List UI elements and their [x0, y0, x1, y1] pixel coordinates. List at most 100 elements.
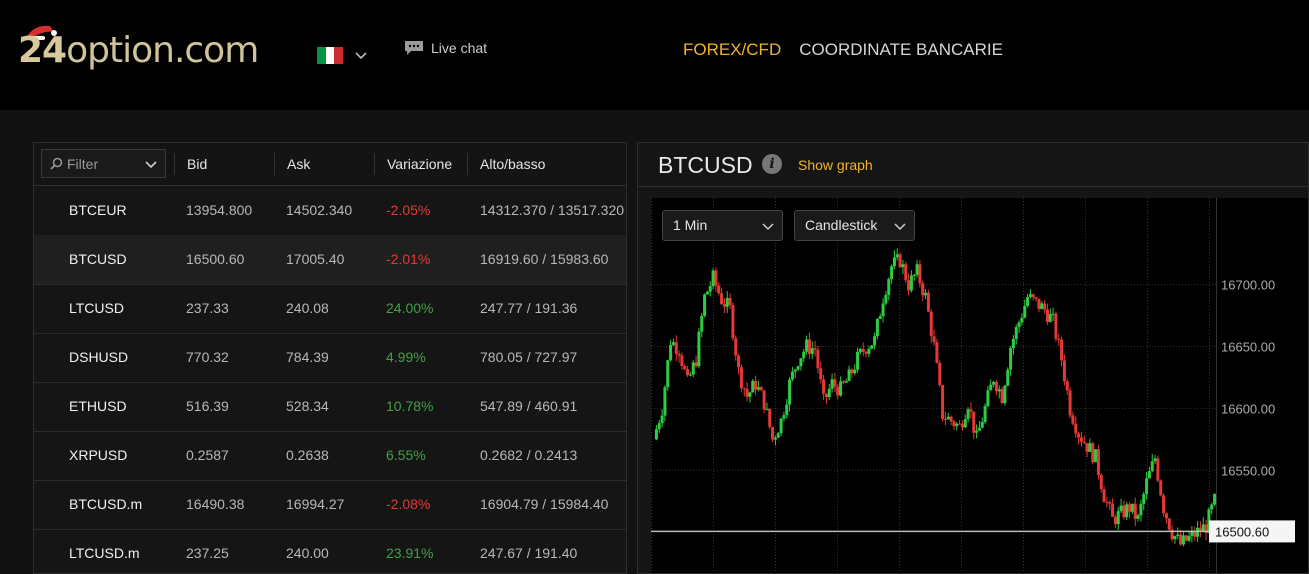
language-flag-icon[interactable] [317, 47, 344, 64]
table-row[interactable]: XRPUSD 0.2587 0.2638 6.55% 0.2682 / 0.2413 [34, 431, 626, 481]
info-icon[interactable]: i [762, 154, 782, 174]
candle-body [805, 339, 809, 352]
candle-body [890, 266, 894, 280]
change-cell: 6.55% [386, 447, 426, 463]
candle-body [788, 379, 792, 405]
candle-body [943, 419, 947, 421]
candle-body [1048, 314, 1052, 322]
candle-body [850, 369, 854, 374]
candle-body [771, 427, 775, 440]
column-header-ask[interactable]: Ask [287, 143, 310, 185]
candle-body [960, 424, 964, 428]
candle-body [921, 283, 925, 296]
candle-body [870, 345, 874, 349]
table-row[interactable]: LTCUSD 237.33 240.08 24.00% 247.77 / 191.36 [34, 284, 626, 334]
candle-body [975, 430, 979, 433]
candle-body [1099, 475, 1103, 490]
candle-body [708, 286, 712, 292]
candle-body [1122, 505, 1126, 518]
candle-body [674, 342, 678, 354]
candle-body [703, 294, 707, 316]
column-divider [174, 153, 175, 175]
site-logo[interactable]: 24option.com [18, 30, 259, 71]
candle-body [1057, 338, 1061, 340]
candle-body [1130, 503, 1134, 512]
column-header-bid[interactable]: Bid [187, 143, 207, 185]
candle-body [994, 381, 998, 392]
candle-body [955, 423, 959, 427]
candle-body [983, 406, 987, 423]
chevron-down-icon[interactable] [354, 48, 368, 62]
bid-cell: 16500.60 [186, 251, 245, 267]
column-header-alto-basso[interactable]: Alto/basso [480, 143, 545, 185]
candle-body [878, 316, 882, 319]
chart-type-dropdown[interactable]: Candlestick [794, 210, 915, 241]
candle-body [912, 274, 916, 276]
candle-body [887, 279, 891, 295]
candle-body [938, 362, 942, 386]
candle-body [915, 264, 919, 275]
table-row[interactable]: LTCUSD.m 237.25 240.00 23.91% 247.67 / 191.4… [34, 529, 626, 573]
bid-cell: 237.25 [186, 545, 229, 561]
candle-body [796, 366, 800, 370]
candle-body [986, 390, 990, 407]
candle-body [768, 408, 772, 428]
candle-body [677, 353, 681, 356]
candle-body [1147, 471, 1151, 479]
candle-body [694, 362, 698, 367]
candlestick-chart: 16550.00 16600.00 16650.00 16700.00 16500.60 [651, 198, 1308, 573]
candle-body [918, 264, 922, 284]
candle-body [1079, 437, 1083, 442]
y-tick-label: 16550.00 [1221, 463, 1275, 478]
filter-dropdown[interactable]: Filter [41, 149, 166, 178]
nav-forex-cfd[interactable]: FOREX/CFD [683, 40, 781, 60]
candle-body [751, 380, 755, 393]
table-row[interactable]: BTCUSD 16500.60 17005.40 -2.01% 16919.60 / 1… [34, 235, 626, 285]
chart-panel: BTCUSD i Show graph 16550.00 16600.00 1665… [637, 142, 1309, 574]
candle-body [830, 379, 834, 389]
candle-body [773, 437, 777, 440]
table-row[interactable]: ETHUSD 516.39 528.34 10.78% 547.89 / 460.91 [34, 382, 626, 432]
candle-body [720, 293, 724, 305]
candle-body [785, 404, 789, 416]
candle-body [756, 387, 760, 390]
table-row[interactable]: BTCUSD.m 16490.38 16994.27 -2.08% 16904.79 /… [34, 480, 626, 530]
live-chat-link[interactable]: Live chat [404, 40, 487, 56]
interval-dropdown[interactable]: 1 Min [662, 210, 783, 241]
candle-body [1105, 502, 1109, 504]
candle-body [898, 254, 902, 268]
candle-body [1077, 433, 1081, 438]
candle-body [949, 416, 953, 422]
candle-body [657, 423, 661, 430]
candle-body [819, 368, 823, 380]
candle-body [1125, 504, 1129, 518]
y-tick-label: 16700.00 [1221, 278, 1275, 293]
ask-cell: 14502.340 [286, 202, 353, 218]
candle-body [1006, 369, 1010, 386]
candle-body [1028, 294, 1032, 298]
candle-body [861, 349, 865, 353]
candle-body [941, 385, 945, 420]
candle-body [892, 257, 896, 267]
nav-coordinate-bancarie[interactable]: COORDINATE BANCARIE [799, 40, 1003, 60]
candle-body [1181, 535, 1185, 545]
top-header: 24option.com Live chat FOREX/CFD COORDIN… [0, 0, 1309, 110]
candle-body [1082, 441, 1086, 444]
candle-body [686, 369, 690, 376]
filter-placeholder: Filter [67, 155, 99, 172]
bid-cell: 770.32 [186, 349, 229, 365]
show-graph-link[interactable]: Show graph [798, 157, 873, 173]
table-row[interactable]: DSHUSD 770.32 784.39 4.99% 780.05 / 727.97 [34, 333, 626, 383]
candle-body [683, 365, 687, 370]
y-tick-label: 16600.00 [1221, 401, 1275, 416]
candle-body [779, 418, 783, 434]
candle-body [1173, 536, 1177, 540]
candle-body [660, 415, 664, 424]
candle-body [680, 355, 684, 366]
candle-body [742, 388, 746, 390]
symbol-cell: DSHUSD [69, 349, 129, 365]
column-header-variazione[interactable]: Variazione [387, 143, 452, 185]
candle-body [759, 387, 763, 391]
candle-body [705, 291, 709, 295]
table-row[interactable]: BTCEUR 13954.800 14502.340 -2.05% 14312.370 … [34, 186, 626, 236]
